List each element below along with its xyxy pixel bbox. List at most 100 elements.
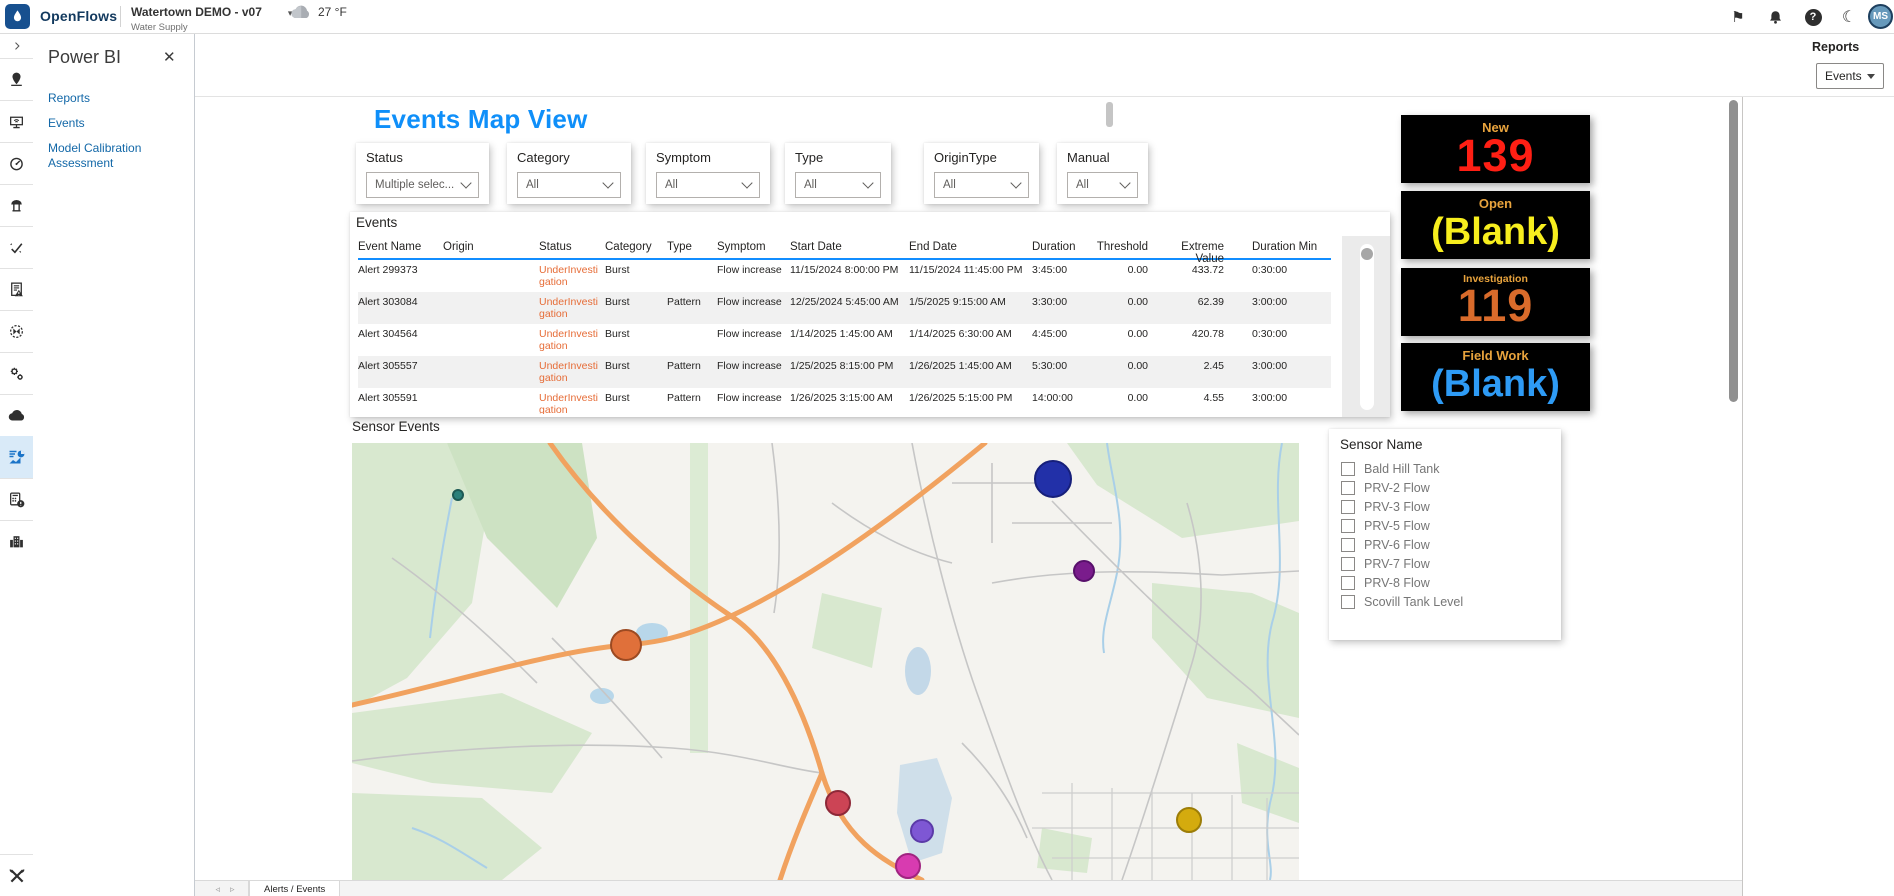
- slicer-dropdown-manual[interactable]: All: [1067, 172, 1138, 198]
- kpi-card-investigation[interactable]: Investigation 119: [1401, 268, 1590, 336]
- col-header[interactable]: Threshold: [1088, 236, 1158, 258]
- map-event-point[interactable]: [910, 819, 934, 843]
- rail-item-map[interactable]: [0, 58, 33, 101]
- kpi-value: (Blank): [1431, 209, 1560, 255]
- flag-button[interactable]: ⚑: [1727, 7, 1749, 27]
- map-event-point[interactable]: [1176, 807, 1202, 833]
- col-header[interactable]: Duration Min: [1252, 236, 1331, 258]
- col-header[interactable]: Status: [539, 236, 605, 258]
- rail-item-gauge[interactable]: [0, 142, 33, 185]
- rail-item-tank[interactable]: [0, 184, 33, 227]
- map-event-point[interactable]: [825, 790, 851, 816]
- notifications-button[interactable]: [1764, 7, 1786, 27]
- kpi-card-fieldwork[interactable]: Field Work (Blank): [1401, 343, 1590, 411]
- sensor-item[interactable]: Scovill Tank Level: [1341, 593, 1463, 610]
- sensor-label: Scovill Tank Level: [1364, 595, 1463, 609]
- close-icon[interactable]: ✕: [163, 48, 176, 66]
- slicer-dropdown-origintype[interactable]: All: [934, 172, 1029, 198]
- panel-title: Power BI: [48, 47, 121, 68]
- main-scrollbar-thumb[interactable]: [1729, 100, 1738, 402]
- rail-item-report-warning[interactable]: [0, 268, 33, 311]
- checkbox[interactable]: [1341, 519, 1355, 533]
- sensor-list-title: Sensor Name: [1340, 437, 1423, 452]
- sensor-item[interactable]: PRV-6 Flow: [1341, 536, 1430, 553]
- moon-icon: ☾: [1842, 7, 1856, 27]
- col-header[interactable]: Origin: [443, 236, 539, 258]
- sensor-events-map[interactable]: [352, 443, 1299, 880]
- rail-item-cloud[interactable]: [0, 394, 33, 437]
- avatar[interactable]: MS: [1868, 4, 1893, 29]
- checkbox[interactable]: [1341, 462, 1355, 476]
- kpi-card-open[interactable]: Open (Blank): [1401, 191, 1590, 259]
- sensor-item[interactable]: PRV-7 Flow: [1341, 555, 1430, 572]
- slicer-dropdown-type[interactable]: All: [795, 172, 881, 198]
- slicer-dropdown-symptom[interactable]: All: [656, 172, 760, 198]
- help-button[interactable]: ?: [1802, 7, 1824, 27]
- map-event-point[interactable]: [895, 853, 921, 879]
- sensor-label: PRV-5 Flow: [1364, 519, 1430, 533]
- next-page-arrow[interactable]: ▹: [230, 884, 235, 895]
- panel-link-events[interactable]: Events: [48, 116, 178, 131]
- table-row[interactable]: Alert 305557UnderInvestigationBurstPatte…: [358, 356, 1331, 388]
- kpi-card-new[interactable]: New 139: [1401, 115, 1590, 183]
- table-row[interactable]: Alert 303084UnderInvestigationBurstPatte…: [358, 292, 1331, 324]
- col-header[interactable]: Event Name: [358, 236, 443, 258]
- rail-item-tools[interactable]: [0, 854, 33, 896]
- sensor-item[interactable]: PRV-2 Flow: [1341, 479, 1430, 496]
- table-row[interactable]: Alert 305591UnderInvestigationBurstPatte…: [358, 388, 1331, 414]
- sensor-item[interactable]: Bald Hill Tank: [1341, 460, 1440, 477]
- checkbox[interactable]: [1341, 500, 1355, 514]
- rail-item-scada[interactable]: [0, 100, 33, 143]
- slicer-dropdown-category[interactable]: All: [517, 172, 621, 198]
- table-row[interactable]: Alert 304564UnderInvestigationBurstFlow …: [358, 324, 1331, 356]
- rail-item-powerbi-reports[interactable]: [0, 436, 33, 479]
- slicer-value: All: [804, 179, 817, 191]
- col-header[interactable]: Symptom: [717, 236, 790, 258]
- check-mark-icon: [8, 239, 25, 256]
- table-row[interactable]: Alert 299373UnderInvestigationBurstFlow …: [358, 260, 1331, 292]
- rail-item-settings[interactable]: [0, 352, 33, 395]
- theme-toggle-button[interactable]: ☾: [1838, 7, 1860, 27]
- map-event-point[interactable]: [610, 629, 642, 661]
- rail-item-valve[interactable]: [0, 310, 33, 353]
- panel-link-model-calibration[interactable]: Model Calibration Assessment: [48, 141, 178, 171]
- chevron-right-icon: [11, 40, 23, 52]
- sensor-item[interactable]: PRV-5 Flow: [1341, 517, 1430, 534]
- map-event-point[interactable]: [452, 489, 464, 501]
- checkbox[interactable]: [1341, 538, 1355, 552]
- rail-item-facility[interactable]: [0, 520, 33, 562]
- slicer-status: Status Multiple selec...: [356, 143, 489, 204]
- table-body: Alert 299373UnderInvestigationBurstFlow …: [358, 260, 1331, 414]
- sensor-label: Bald Hill Tank: [1364, 462, 1440, 476]
- slicer-value: Multiple selec...: [375, 179, 454, 191]
- checkbox[interactable]: [1341, 576, 1355, 590]
- slicer-value: All: [665, 179, 678, 191]
- col-header[interactable]: Extreme Value: [1158, 236, 1252, 258]
- model-selector[interactable]: Watertown DEMO - v07▾ Water Supply: [131, 3, 292, 33]
- col-header[interactable]: Start Date: [790, 236, 909, 258]
- sensor-item[interactable]: PRV-8 Flow: [1341, 574, 1430, 591]
- checkbox[interactable]: [1341, 481, 1355, 495]
- checkbox[interactable]: [1341, 557, 1355, 571]
- header-divider: [194, 96, 1894, 97]
- checkbox[interactable]: [1341, 595, 1355, 609]
- col-header[interactable]: Category: [605, 236, 667, 258]
- col-header[interactable]: End Date: [909, 236, 1032, 258]
- rail-item-validation[interactable]: [0, 226, 33, 269]
- sensor-item[interactable]: PRV-3 Flow: [1341, 498, 1430, 515]
- report-scrollbar-thumb[interactable]: [1106, 102, 1113, 127]
- page-nav-arrows: ◃ ▹: [202, 881, 249, 896]
- rail-item-calculation[interactable]: [0, 478, 33, 521]
- panel-link-reports[interactable]: Reports: [48, 91, 178, 106]
- table-scrollbar-track[interactable]: [1360, 244, 1374, 410]
- map-event-point[interactable]: [1034, 460, 1072, 498]
- rail-expand-button[interactable]: [0, 33, 33, 59]
- table-scrollbar-thumb[interactable]: [1361, 248, 1373, 260]
- prev-page-arrow[interactable]: ◃: [215, 884, 220, 895]
- col-header[interactable]: Type: [667, 236, 717, 258]
- slicer-dropdown-status[interactable]: Multiple selec...: [366, 172, 479, 198]
- col-header[interactable]: Duration: [1032, 236, 1088, 258]
- reports-picker-dropdown[interactable]: Events: [1816, 63, 1884, 89]
- map-event-point[interactable]: [1073, 560, 1095, 582]
- page-tab-alerts-events[interactable]: Alerts / Events: [249, 881, 340, 896]
